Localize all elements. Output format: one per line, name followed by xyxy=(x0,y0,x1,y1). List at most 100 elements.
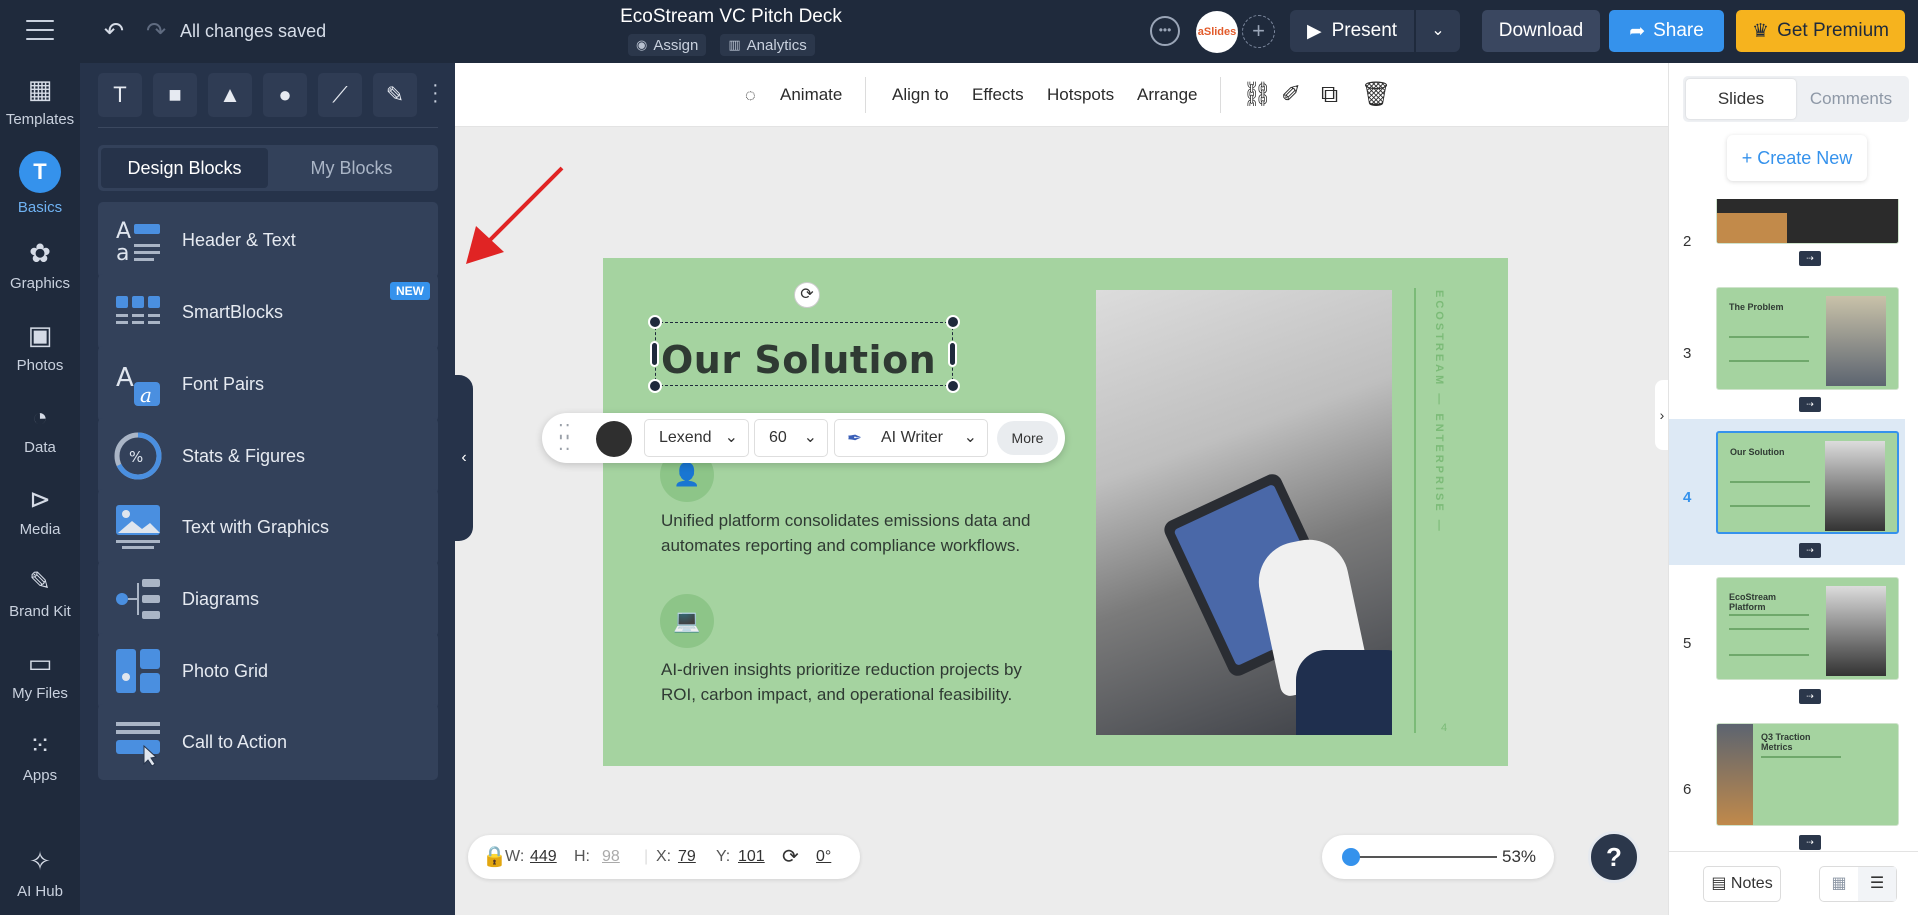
resize-handle[interactable] xyxy=(948,341,957,367)
block-font-pairs[interactable]: A a Font Pairs xyxy=(98,346,438,422)
x-field[interactable]: 79 xyxy=(678,835,696,879)
height-field[interactable]: 98 xyxy=(602,835,620,879)
svg-text:a: a xyxy=(140,383,152,407)
right-panel-chevron-icon[interactable]: › xyxy=(1655,380,1669,450)
rail-item-graphics[interactable]: ✿ Graphics xyxy=(0,237,80,292)
text-color-swatch[interactable] xyxy=(596,421,632,457)
undo-icon[interactable]: ↶ xyxy=(104,17,124,46)
rail-item-templates[interactable]: ▦ Templates xyxy=(0,73,80,128)
help-button[interactable]: ? xyxy=(1588,831,1640,883)
present-button[interactable]: ▶ Present xyxy=(1290,10,1414,52)
slide-canvas[interactable]: ⟳ Our Solution 👤 Unified platform consol… xyxy=(603,258,1508,766)
slide-paragraph[interactable]: Unified platform consolidates emissions … xyxy=(661,508,1061,558)
pen-tool-icon[interactable]: ✎ xyxy=(373,73,417,117)
link-icon[interactable]: ⛓ xyxy=(1242,81,1272,109)
list-view-icon[interactable]: ☰ xyxy=(1858,867,1896,901)
resize-handle[interactable] xyxy=(946,379,960,393)
hotspots-button[interactable]: Hotspots xyxy=(1047,63,1114,127)
rotation-field[interactable]: 0° xyxy=(816,835,831,879)
slide-title[interactable]: Our Solution xyxy=(661,338,936,382)
block-photo-grid[interactable]: Photo Grid xyxy=(98,633,438,709)
ai-writer-select[interactable]: ✒ AI Writer ⌄ xyxy=(834,419,988,457)
more-vertical-icon[interactable]: · · · xyxy=(432,75,439,111)
redo-icon[interactable]: ↷ xyxy=(146,17,166,46)
resize-handle[interactable] xyxy=(650,341,659,367)
rail-label: Graphics xyxy=(9,275,71,292)
tab-my-blocks[interactable]: My Blocks xyxy=(268,148,435,188)
text-tool-icon[interactable]: T xyxy=(98,73,142,117)
create-new-slide-button[interactable]: + Create New xyxy=(1727,135,1867,181)
lock-icon[interactable]: 🔒 xyxy=(482,835,507,879)
font-size-select[interactable]: 60 ⌄ xyxy=(754,419,828,457)
rail-item-photos[interactable]: ▣ Photos xyxy=(0,319,80,374)
font-family-value: Lexend xyxy=(659,429,712,446)
assign-button[interactable]: ◉ Assign xyxy=(628,34,707,56)
trash-icon[interactable]: 🗑 xyxy=(1361,81,1391,109)
present-dropdown-chevron-icon[interactable]: ⌄ xyxy=(1416,10,1460,52)
block-call-to-action[interactable]: Call to Action xyxy=(98,704,438,780)
rail-item-basics[interactable]: T Basics xyxy=(0,151,80,216)
transition-icon[interactable]: ⇢ xyxy=(1799,689,1821,704)
transition-icon[interactable]: ⇢ xyxy=(1799,397,1821,412)
resize-handle[interactable] xyxy=(946,315,960,329)
slide-paragraph[interactable]: AI-driven insights prioritize reduction … xyxy=(661,657,1061,707)
width-field[interactable]: 449 xyxy=(530,835,557,879)
rectangle-tool-icon[interactable]: ■ xyxy=(153,73,197,117)
tab-comments[interactable]: Comments xyxy=(1796,79,1906,119)
line-tool-icon[interactable]: ⟋ xyxy=(318,73,362,117)
document-title[interactable]: EcoStream VC Pitch Deck xyxy=(600,6,862,28)
block-diagrams[interactable]: Diagrams xyxy=(98,561,438,637)
resize-handle[interactable] xyxy=(648,315,662,329)
grid-view-icon[interactable]: ▦ xyxy=(1820,867,1858,901)
rail-item-data[interactable]: ◔ Data xyxy=(0,401,80,456)
tab-slides[interactable]: Slides xyxy=(1686,79,1796,119)
transition-icon[interactable]: ⇢ xyxy=(1799,251,1821,266)
rail-item-media[interactable]: ⊳ Media xyxy=(0,483,80,538)
format-painter-icon[interactable]: ✐ xyxy=(1281,81,1301,109)
rail-item-ai-hub[interactable]: ✧ AI Hub xyxy=(0,845,80,900)
slide-thumbnail-6[interactable]: 6 Q3 Traction Metrics xyxy=(1669,711,1905,857)
zoom-slider-knob[interactable] xyxy=(1342,848,1360,866)
animate-button[interactable]: Animate xyxy=(780,63,842,127)
get-premium-button[interactable]: ♛ Get Premium xyxy=(1736,10,1905,52)
slide-thumbnail-5[interactable]: 5 EcoStream Platform xyxy=(1669,565,1905,711)
download-button[interactable]: Download xyxy=(1482,10,1600,52)
share-button[interactable]: ➦ Share xyxy=(1609,10,1724,52)
resize-handle[interactable] xyxy=(648,379,662,393)
zoom-slider-track[interactable] xyxy=(1347,856,1497,858)
rail-item-brand-kit[interactable]: ✎ Brand Kit xyxy=(0,565,80,620)
more-button[interactable]: More xyxy=(997,421,1058,455)
slide-thumbnail-3[interactable]: 3 The Problem xyxy=(1669,275,1905,421)
rail-item-my-files[interactable]: ▭ My Files xyxy=(0,647,80,702)
tab-design-blocks[interactable]: Design Blocks xyxy=(101,148,268,188)
avatar[interactable]: aSlides xyxy=(1196,11,1238,53)
copy-icon[interactable]: ⧉ xyxy=(1321,81,1338,109)
arrange-button[interactable]: Arrange xyxy=(1137,63,1197,127)
notes-button[interactable]: ▤ Notes xyxy=(1703,866,1781,902)
font-size-value: 60 xyxy=(769,429,787,446)
block-stats-figures[interactable]: % Stats & Figures xyxy=(98,418,438,494)
circle-tool-icon[interactable]: ● xyxy=(263,73,307,117)
rotate-handle-icon[interactable]: ⟳ xyxy=(794,282,820,308)
block-header-text[interactable]: A a Header & Text xyxy=(98,202,438,278)
effects-button[interactable]: Effects xyxy=(972,63,1024,127)
add-collaborator-icon[interactable]: + xyxy=(1242,15,1275,48)
menu-icon[interactable] xyxy=(26,20,54,42)
transition-icon[interactable]: ⇢ xyxy=(1799,835,1821,850)
rail-label: My Files xyxy=(12,685,68,702)
drag-handle-icon[interactable]: ⁚⁚ ⁚⁚ xyxy=(558,422,570,453)
chat-icon[interactable]: ••• xyxy=(1150,16,1180,46)
rail-item-apps[interactable]: ⁙ Apps xyxy=(0,729,80,784)
triangle-tool-icon[interactable]: ▲ xyxy=(208,73,252,117)
block-smartblocks[interactable]: SmartBlocks NEW xyxy=(98,274,438,350)
y-field[interactable]: 101 xyxy=(738,835,765,879)
block-text-with-graphics[interactable]: Text with Graphics xyxy=(98,489,438,565)
align-to-button[interactable]: Align to xyxy=(892,63,949,127)
analytics-button[interactable]: ▥ Analytics xyxy=(720,34,815,56)
font-family-select[interactable]: Lexend ⌄ xyxy=(644,419,749,457)
transition-icon[interactable]: ⇢ xyxy=(1799,543,1821,558)
slide-thumbnail-2[interactable]: 2 xyxy=(1669,199,1905,275)
collapse-panel-chevron-icon[interactable]: ‹ xyxy=(455,375,473,541)
slide-photo[interactable] xyxy=(1096,290,1392,735)
slide-thumbnail-4[interactable]: 4 Our Solution xyxy=(1669,419,1905,565)
